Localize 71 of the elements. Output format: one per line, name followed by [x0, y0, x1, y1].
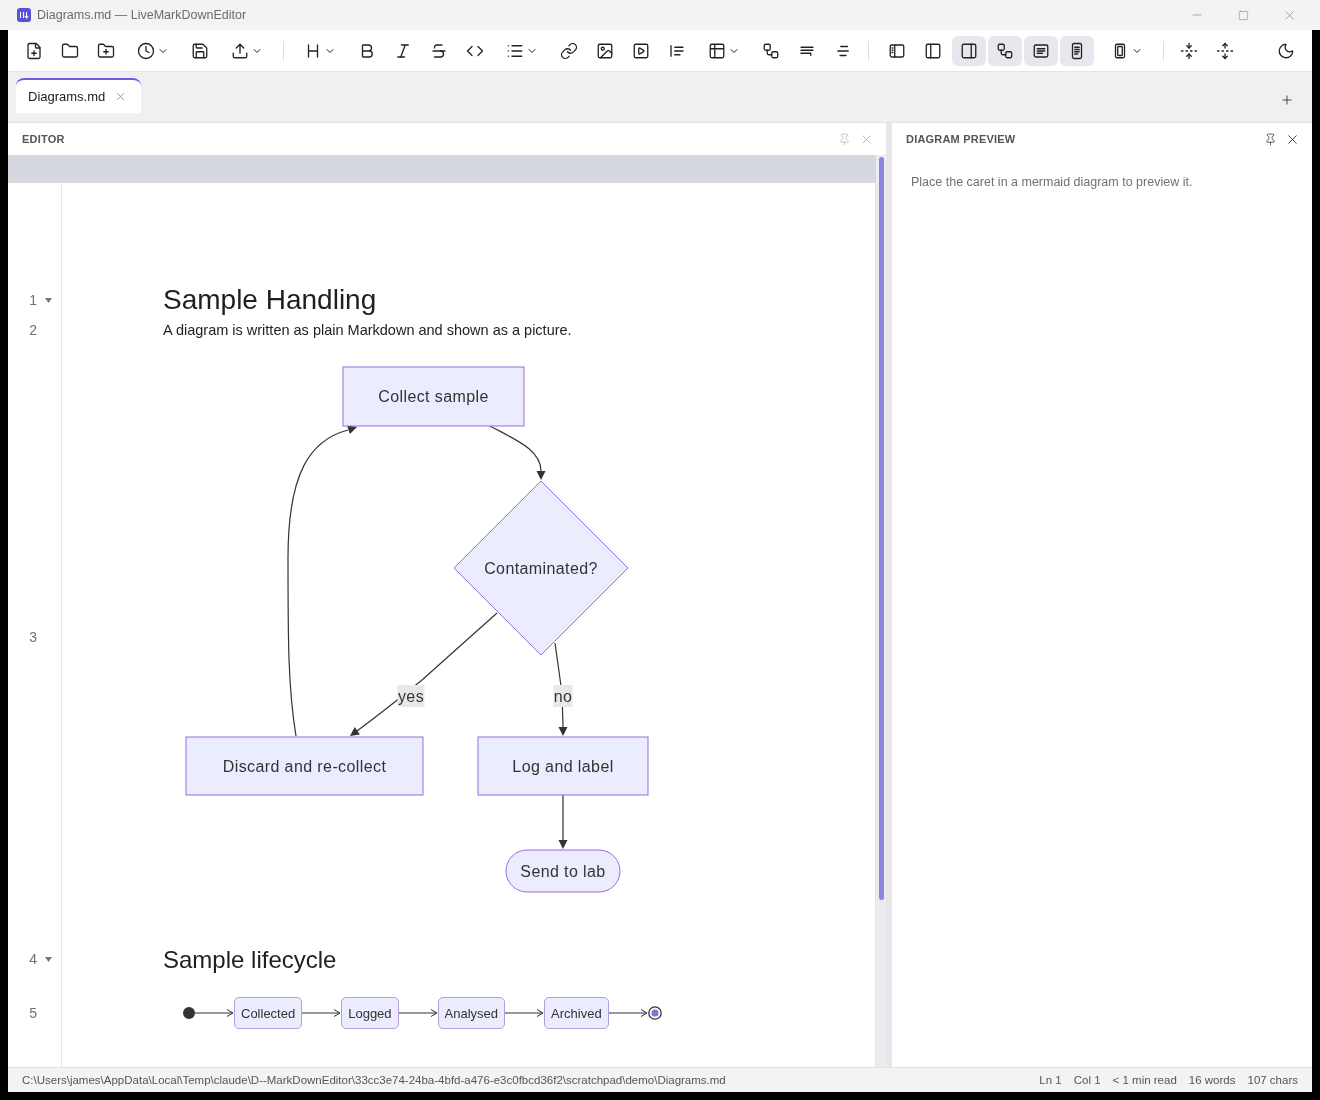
unfold-vertical-icon — [1216, 41, 1234, 60]
state-node: Archived — [544, 997, 609, 1029]
file-tab[interactable]: Diagrams.md — [16, 78, 142, 113]
document-view-button[interactable] — [1060, 35, 1094, 66]
outline-panel-icon — [888, 41, 906, 60]
plus-icon — [1280, 93, 1294, 107]
pin-icon[interactable] — [1264, 132, 1277, 146]
end-state — [647, 1006, 662, 1020]
moon-icon — [1277, 41, 1295, 60]
state-node: Logged — [341, 997, 399, 1029]
app-logo-icon — [17, 8, 31, 22]
line-number: 4 — [29, 951, 37, 967]
italic-icon — [394, 41, 412, 60]
text-panel-icon — [1032, 41, 1050, 60]
fold-vertical-icon — [1180, 41, 1198, 60]
line-number: 1 — [29, 292, 37, 308]
workflow-icon — [996, 41, 1014, 60]
line-number: 2 — [29, 322, 37, 338]
flow-arrow — [558, 794, 568, 849]
save-icon — [191, 41, 209, 60]
strikethrough-icon — [430, 41, 448, 60]
status-text: Col 1 — [1073, 1074, 1101, 1086]
document-paragraph: A diagram is written as plain Markdown and shown as a picture. — [163, 321, 573, 340]
status-text: 107 chars — [1247, 1074, 1298, 1086]
status-text: 16 words — [1188, 1074, 1236, 1086]
folder-plus-icon — [97, 41, 115, 60]
folder-icon — [61, 41, 79, 60]
line-number: 3 — [29, 629, 37, 645]
file-path: C:\Users\james\AppData\Local\Temp\claude\D--MarkDownEditor\33cc3e74-24ba-4bfd-a476-e3c0fbcd36f2\scratchpad\demo\Diagrams.md — [22, 1074, 726, 1086]
preview-pane-button[interactable] — [952, 35, 986, 66]
document-heading: Sample lifecycle — [163, 945, 338, 975]
flow-arrow — [489, 425, 546, 480]
upload-icon — [231, 41, 249, 60]
scrollbar-thumb[interactable] — [879, 157, 884, 900]
fold-caret-icon[interactable] — [45, 956, 52, 962]
clock-icon — [137, 41, 155, 60]
file-plus-icon — [25, 41, 43, 60]
panel-left-icon — [924, 41, 942, 60]
start-state — [183, 1007, 195, 1019]
transition-arrow — [302, 1008, 342, 1018]
process-node: Log and label — [477, 736, 649, 796]
terminal-node: Send to lab — [505, 849, 621, 893]
transition-arrow — [608, 1008, 648, 1018]
status-text: < 1 min read — [1112, 1074, 1177, 1086]
edge-label: no — [553, 685, 573, 707]
table-icon — [708, 41, 726, 60]
fold-caret-icon[interactable] — [45, 297, 52, 303]
link-icon — [560, 41, 578, 60]
decision-node: Contaminated? — [453, 480, 629, 656]
status-text: Ln 1 — [1039, 1074, 1062, 1086]
process-node: Discard and re-collect — [185, 736, 424, 796]
workflow-icon — [762, 41, 780, 60]
document-heading: Sample Handling — [163, 283, 378, 317]
maximize-icon — [1237, 9, 1249, 21]
window-title: Diagrams.md — LiveMarkDownEditor — [37, 8, 247, 22]
transition-arrow — [195, 1008, 234, 1018]
preview-message: Place the caret in a mermaid diagram to preview it. — [910, 174, 1194, 190]
edge-label: yes — [397, 685, 425, 707]
play-icon — [632, 41, 650, 60]
image-icon — [596, 41, 614, 60]
diagram-view-button[interactable] — [988, 35, 1022, 66]
process-node: Collect sample — [342, 366, 525, 427]
text-view-button[interactable] — [1024, 35, 1058, 66]
panel-title: EDITOR — [22, 133, 65, 145]
state-node: Collected — [234, 997, 303, 1029]
panel-right-icon — [960, 41, 978, 60]
transition-arrow — [398, 1008, 438, 1018]
line-number: 5 — [29, 1005, 37, 1021]
state-node: Analysed — [437, 997, 506, 1029]
transition-arrow — [505, 1008, 545, 1018]
panel-title: DIAGRAM PREVIEW — [906, 133, 1016, 145]
